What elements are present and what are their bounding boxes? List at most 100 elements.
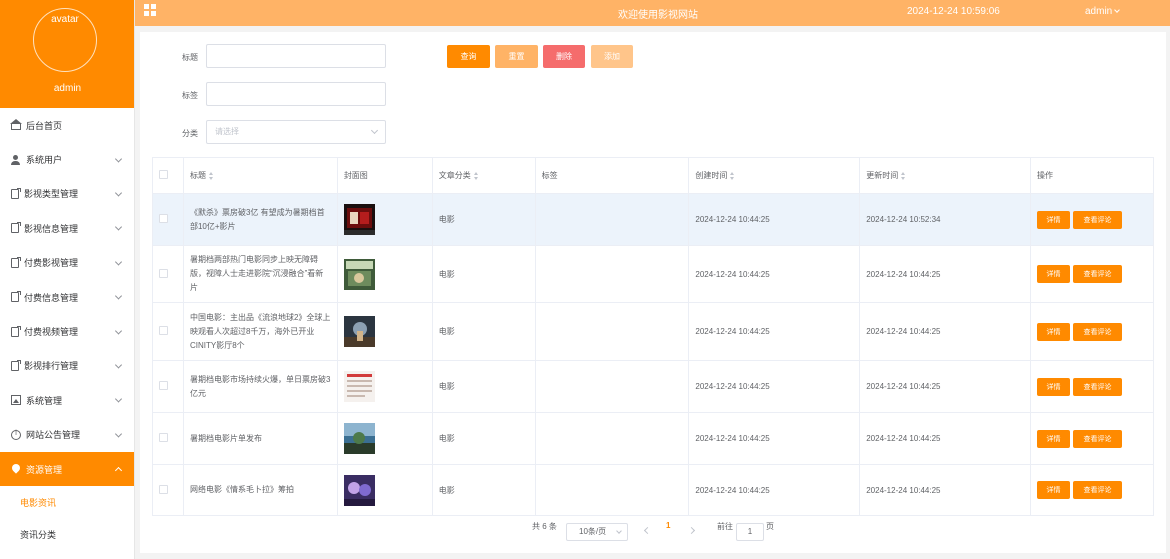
row-checkbox[interactable]	[159, 214, 168, 223]
page-number-current[interactable]: 1	[666, 521, 670, 530]
view-comments-button[interactable]: 查看评论	[1073, 265, 1123, 283]
cover-thumbnail	[343, 316, 375, 347]
sort-icon[interactable]	[901, 171, 906, 180]
add-button[interactable]: 添加	[591, 45, 633, 68]
detail-button[interactable]: 详情	[1037, 481, 1071, 499]
home-icon	[10, 119, 22, 131]
column-header-label: 封面图	[343, 171, 368, 180]
submenu-item-movie-news[interactable]: 电影资讯	[0, 486, 134, 518]
table-row[interactable]: 网络电影《情系毛卜拉》筹拍 电影 2024-12-24 10:44:25 202…	[152, 464, 1154, 516]
chevron-down-icon	[616, 528, 622, 534]
select-all-checkbox[interactable]	[159, 170, 168, 179]
sidebar-item-paid-clips[interactable]: 付费视频管理	[0, 314, 134, 348]
table-row[interactable]: 《默杀》票房破3亿 有望成为暑期档首部10亿+影片 电影 2024-12-24 …	[152, 193, 1154, 246]
sidebar-item-announcements[interactable]: 网站公告管理	[0, 418, 134, 452]
row-category: 电影	[432, 193, 536, 246]
next-page-icon[interactable]	[687, 526, 696, 535]
column-header-label: 更新时间	[866, 171, 899, 180]
row-tags	[535, 193, 690, 246]
sidebar-item-video-info[interactable]: 影视信息管理	[0, 211, 134, 245]
row-cover-cell	[337, 360, 433, 413]
menu-grid-icon[interactable]	[144, 4, 156, 16]
row-actions-cell: 详情 查看评论	[1030, 360, 1154, 413]
sidebar-item-home[interactable]: 后台首页	[0, 108, 134, 142]
document-icon	[11, 291, 21, 303]
avatar[interactable]: avatar	[33, 8, 97, 72]
sidebar-item-label: 影视类型管理	[24, 189, 79, 200]
select-all-cell	[152, 157, 184, 194]
title-search-input[interactable]	[206, 44, 386, 68]
user-dropdown[interactable]: admin	[1085, 6, 1121, 17]
view-comments-button[interactable]: 查看评论	[1073, 377, 1123, 396]
row-updated-time: 2024-12-24 10:44:25	[859, 412, 1032, 465]
image-icon	[11, 395, 21, 406]
chevron-down-icon	[114, 395, 123, 403]
row-title: 网络电影《情系毛卜拉》筹拍	[183, 464, 338, 516]
page-size-label: 10条/页	[579, 527, 607, 536]
sidebar-item-label: 系统用户	[26, 155, 63, 166]
row-actions-cell: 详情 查看评论	[1030, 245, 1154, 303]
sidebar-item-label: 付费影视管理	[24, 258, 79, 269]
column-header-created[interactable]: 创建时间	[688, 157, 861, 194]
sort-icon[interactable]	[730, 171, 735, 180]
table-row[interactable]: 中国电影：主出品《流浪地球2》全球上映观看人次超过8千万，海外已开业CINITY…	[152, 302, 1154, 361]
category-select[interactable]: 请选择	[206, 120, 386, 144]
table-row[interactable]: 暑期档电影市场持续火爆，单日票房破3亿元 电影 2024-12-24 10:44…	[152, 360, 1154, 413]
row-select-cell	[152, 412, 184, 465]
user-icon	[11, 154, 21, 165]
row-actions-cell: 详情 查看评论	[1030, 412, 1154, 465]
column-header-label: 操作	[1037, 171, 1054, 180]
prev-page-icon[interactable]	[643, 526, 652, 535]
sidebar-item-paid-videos[interactable]: 付费影视管理	[0, 246, 134, 280]
column-header-label: 标题	[189, 171, 206, 180]
row-checkbox[interactable]	[159, 433, 168, 442]
query-button[interactable]: 查询	[447, 45, 490, 68]
row-checkbox[interactable]	[159, 326, 168, 335]
column-header-category[interactable]: 文章分类	[432, 157, 536, 194]
cover-thumbnail	[343, 423, 375, 454]
view-comments-button[interactable]: 查看评论	[1073, 481, 1123, 499]
column-header-tags: 标签	[535, 157, 690, 194]
table-row[interactable]: 暑期档电影片单发布 电影 2024-12-24 10:44:25 2024-12…	[152, 412, 1154, 465]
chevron-down-icon	[114, 258, 123, 266]
sidebar-item-video-types[interactable]: 影视类型管理	[0, 177, 134, 211]
chevron-down-icon	[370, 126, 379, 135]
reset-button[interactable]: 重置	[495, 45, 538, 68]
table-row[interactable]: 暑期档两部热门电影同步上映无障碍版，视障人士走进影院“沉浸融合”看新片 电影 2…	[152, 245, 1154, 303]
sidebar-item-paid-info[interactable]: 付费信息管理	[0, 280, 134, 314]
delete-button[interactable]: 删除	[543, 45, 585, 68]
page-size-select[interactable]: 10条/页	[566, 523, 628, 541]
cover-thumbnail	[343, 204, 375, 235]
row-updated-time: 2024-12-24 10:44:25	[859, 360, 1032, 413]
view-comments-button[interactable]: 查看评论	[1073, 210, 1123, 229]
sidebar-item-system-users[interactable]: 系统用户	[0, 142, 134, 176]
goto-page-input[interactable]: 1	[736, 523, 764, 541]
sidebar-item-system-management[interactable]: 系统管理	[0, 383, 134, 417]
row-checkbox[interactable]	[159, 268, 168, 278]
row-checkbox[interactable]	[159, 381, 168, 390]
tag-search-input[interactable]	[206, 82, 386, 106]
sidebar-header: avatar admin	[0, 0, 134, 108]
row-checkbox[interactable]	[159, 484, 168, 494]
detail-button[interactable]: 详情	[1037, 429, 1071, 448]
user-dropdown-label: admin	[1085, 6, 1113, 17]
detail-button[interactable]: 详情	[1037, 322, 1071, 341]
column-header-label: 标签	[541, 171, 558, 180]
column-header-updated[interactable]: 更新时间	[859, 157, 1032, 194]
sort-icon[interactable]	[208, 171, 214, 180]
sidebar-item-resources[interactable]: 资源管理	[0, 451, 134, 487]
sort-icon[interactable]	[473, 171, 479, 180]
view-comments-button[interactable]: 查看评论	[1073, 429, 1123, 448]
view-comments-button[interactable]: 查看评论	[1073, 322, 1123, 341]
column-header-title[interactable]: 标题	[183, 157, 338, 194]
sidebar-item-rankings[interactable]: 影视排行管理	[0, 349, 134, 383]
page-suffix: 页	[766, 522, 774, 531]
row-title: 中国电影：主出品《流浪地球2》全球上映观看人次超过8千万，海外已开业CINITY…	[183, 302, 338, 361]
detail-button[interactable]: 详情	[1037, 377, 1071, 396]
row-category: 电影	[432, 464, 536, 516]
column-header-label: 文章分类	[438, 171, 471, 180]
submenu-item-news-categories[interactable]: 资讯分类	[0, 518, 134, 550]
detail-button[interactable]: 详情	[1037, 210, 1071, 229]
detail-button[interactable]: 详情	[1037, 265, 1071, 283]
sidebar: avatar admin 后台首页 系统用户 影视类型管理 影视信息管理 付费影…	[0, 0, 135, 559]
